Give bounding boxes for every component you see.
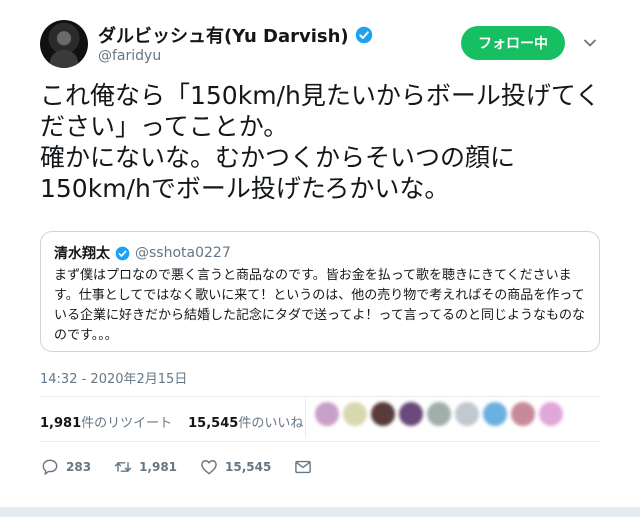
liker-avatar[interactable] — [455, 402, 479, 426]
engagement-stats: 1,981件のリツイート 15,545件のいいね — [40, 412, 303, 431]
retweets-stat[interactable]: 1,981件のリツイート — [40, 412, 172, 431]
liker-avatar[interactable] — [399, 402, 423, 426]
retweet-icon — [114, 462, 132, 472]
author-display-name[interactable]: ダルビッシュ有(Yu Darvish) — [98, 22, 349, 48]
quoted-tweet[interactable]: 清水翔太 @sshota0227 まず僕はプロなので悪く言うと商品なのです。皆お… — [40, 231, 600, 352]
chevron-down-icon[interactable] — [583, 36, 597, 50]
retweet-button[interactable]: 1,981 — [113, 457, 177, 477]
liker-avatars — [315, 402, 563, 426]
verified-badge-icon — [115, 246, 130, 260]
following-button[interactable]: フォロー中 — [461, 26, 565, 60]
quoted-author-name: 清水翔太 — [54, 246, 110, 262]
tweet-card: ダルビッシュ有(Yu Darvish) @faridyu フォロー中 これ俺なら… — [0, 0, 640, 507]
tweet-text: これ俺なら「150km/h見たいからボール投げてください」ってことか。 確かにな… — [40, 81, 601, 203]
reply-count: 283 — [66, 460, 92, 474]
divider — [40, 396, 600, 397]
likes-label: 件のいいね — [238, 416, 304, 431]
direct-message-button[interactable] — [293, 457, 313, 477]
liker-avatar[interactable] — [483, 402, 507, 426]
liker-avatar[interactable] — [427, 402, 451, 426]
retweet-count: 1,981 — [139, 460, 178, 474]
liker-avatar[interactable] — [511, 402, 535, 426]
quoted-tweet-header: 清水翔太 @sshota0227 — [54, 243, 231, 263]
liker-avatar[interactable] — [343, 402, 367, 426]
divider — [40, 441, 600, 442]
avatar[interactable] — [40, 20, 88, 68]
quoted-author-handle: @sshota0227 — [135, 245, 231, 261]
stats-divider — [305, 398, 306, 438]
verified-badge-icon — [355, 26, 372, 44]
like-count: 15,545 — [225, 460, 272, 474]
envelope-icon — [295, 460, 312, 474]
liker-avatar[interactable] — [539, 402, 563, 426]
likes-stat[interactable]: 15,545件のいいね — [188, 412, 303, 431]
heart-icon — [201, 460, 217, 475]
reply-icon — [42, 459, 58, 475]
tweet-actions: 283 1,981 15,545 — [40, 457, 335, 477]
author-name-row: ダルビッシュ有(Yu Darvish) — [98, 22, 373, 48]
liker-avatar[interactable] — [315, 402, 339, 426]
like-button[interactable]: 15,545 — [199, 457, 271, 477]
liker-avatar[interactable] — [371, 402, 395, 426]
retweets-label: 件のリツイート — [81, 416, 173, 431]
likes-count: 15,545 — [188, 416, 239, 431]
retweets-count: 1,981 — [40, 416, 82, 431]
page-background-strip — [0, 507, 640, 517]
reply-button[interactable]: 283 — [40, 457, 91, 477]
author-handle[interactable]: @faridyu — [98, 48, 161, 64]
quoted-tweet-text: まず僕はプロなので悪く言うと商品なのです。皆お金を払って歌を聴きにきてくださいま… — [54, 268, 586, 343]
tweet-timestamp[interactable]: 14:32 - 2020年2月15日 — [40, 368, 187, 387]
